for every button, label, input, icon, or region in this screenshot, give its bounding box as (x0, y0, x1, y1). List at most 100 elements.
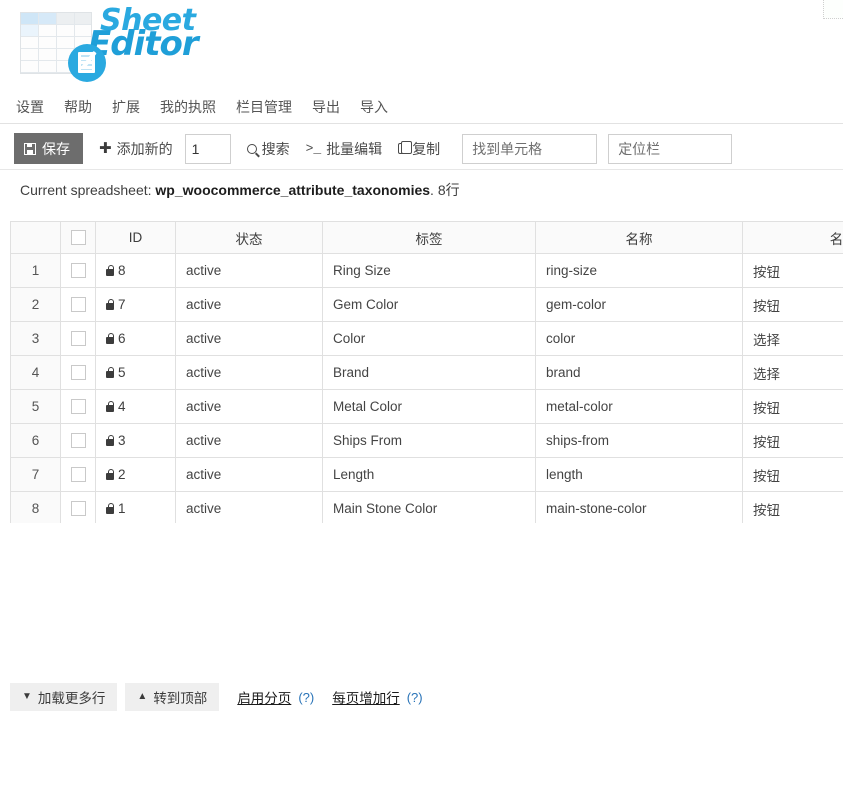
cell-id-value: 7 (118, 297, 126, 312)
cell-label[interactable]: Length (322, 457, 536, 492)
header-id[interactable]: ID (95, 221, 176, 254)
duplicate-button[interactable]: 复制 (398, 139, 440, 159)
cell-id[interactable]: 3 (95, 423, 176, 458)
cell-label[interactable]: Brand (322, 355, 536, 390)
go-to-top-label: 转到顶部 (153, 691, 208, 706)
table-row[interactable]: 1 8 active Ring Size ring-size 按钮 (10, 253, 843, 288)
add-new-button[interactable]: ✚ 添加新的 (99, 139, 173, 159)
cell-label[interactable]: Metal Color (322, 389, 536, 424)
cell-label[interactable]: Color (322, 321, 536, 356)
cell-name[interactable]: length (535, 457, 743, 492)
header-type[interactable]: 名 (742, 221, 843, 254)
cell-id[interactable]: 5 (95, 355, 176, 390)
spreadsheet-table: ID 状态 标签 名称 名 1 8 active Ring Size ring-… (10, 221, 843, 523)
row-select-cell[interactable] (60, 491, 96, 523)
load-more-rows-button[interactable]: ▼ 加载更多行 (10, 683, 118, 711)
cell-type[interactable]: 按钮 (742, 389, 843, 424)
enable-paging-link[interactable]: 启用分页 (237, 687, 291, 707)
cell-status[interactable]: active (175, 423, 323, 458)
menu-item-help[interactable]: 帮助 (64, 95, 92, 119)
cell-status[interactable]: active (175, 491, 323, 523)
menu-item-extensions[interactable]: 扩展 (112, 95, 140, 119)
table-row[interactable]: 2 7 active Gem Color gem-color 按钮 (10, 287, 843, 322)
table-row[interactable]: 7 2 active Length length 按钮 (10, 457, 843, 492)
table-row[interactable]: 8 1 active Main Stone Color main-stone-c… (10, 491, 843, 523)
chevron-up-icon: ▲ (137, 691, 148, 702)
menu-item-column-manager[interactable]: 栏目管理 (236, 95, 292, 119)
cell-id[interactable]: 2 (95, 457, 176, 492)
search-button[interactable]: 搜索 (246, 139, 290, 159)
menu-item-import[interactable]: 导入 (360, 95, 388, 119)
row-checkbox[interactable] (71, 467, 86, 483)
enable-paging-help-icon[interactable]: (?) (298, 690, 314, 705)
cell-id[interactable]: 8 (95, 253, 176, 288)
cell-type[interactable]: 按钮 (742, 287, 843, 322)
app-logo: Sheet Editor (20, 5, 205, 82)
cell-name[interactable]: ships-from (535, 423, 743, 458)
cell-type[interactable]: 按钮 (742, 253, 843, 288)
cell-id[interactable]: 1 (95, 491, 176, 523)
header-status[interactable]: 状态 (175, 221, 323, 254)
row-checkbox[interactable] (71, 501, 86, 517)
cell-status[interactable]: active (175, 389, 323, 424)
cell-name[interactable]: gem-color (535, 287, 743, 322)
header-label[interactable]: 标签 (322, 221, 536, 254)
cell-name[interactable]: main-stone-color (535, 491, 743, 523)
menu-item-settings[interactable]: 设置 (16, 95, 44, 119)
row-select-cell[interactable] (60, 253, 96, 288)
row-select-cell[interactable] (60, 321, 96, 356)
find-cell-input[interactable] (462, 133, 598, 164)
table-row[interactable]: 4 5 active Brand brand 选择 (10, 355, 843, 390)
spreadsheet-table-container[interactable]: ID 状态 标签 名称 名 1 8 active Ring Size ring-… (10, 221, 843, 523)
row-select-cell[interactable] (60, 389, 96, 424)
bulk-edit-button[interactable]: >_ 批量编辑 (306, 139, 383, 159)
cell-label[interactable]: Ships From (322, 423, 536, 458)
row-select-cell[interactable] (60, 457, 96, 492)
cell-label[interactable]: Main Stone Color (322, 491, 536, 523)
save-button[interactable]: 保存 (14, 133, 83, 164)
cell-id[interactable]: 7 (95, 287, 176, 322)
row-checkbox[interactable] (71, 263, 86, 279)
row-checkbox[interactable] (71, 365, 86, 381)
row-select-cell[interactable] (60, 423, 96, 458)
cell-status[interactable]: active (175, 457, 323, 492)
row-select-cell[interactable] (60, 287, 96, 322)
cell-id[interactable]: 6 (95, 321, 176, 356)
cell-type[interactable]: 选择 (742, 355, 843, 390)
cell-status[interactable]: active (175, 355, 323, 390)
menu-item-export[interactable]: 导出 (312, 95, 340, 119)
header-select-all[interactable] (60, 221, 96, 254)
cell-name[interactable]: brand (535, 355, 743, 390)
load-more-rows-label: 加载更多行 (37, 691, 106, 706)
row-checkbox[interactable] (71, 399, 86, 415)
row-select-cell[interactable] (60, 355, 96, 390)
cell-type[interactable]: 选择 (742, 321, 843, 356)
row-checkbox[interactable] (71, 331, 86, 347)
row-number: 6 (10, 423, 61, 458)
cell-label[interactable]: Gem Color (322, 287, 536, 322)
cell-type[interactable]: 按钮 (742, 423, 843, 458)
menu-item-my-license[interactable]: 我的执照 (160, 95, 216, 119)
cell-name[interactable]: ring-size (535, 253, 743, 288)
table-row[interactable]: 6 3 active Ships From ships-from 按钮 (10, 423, 843, 458)
cell-label[interactable]: Ring Size (322, 253, 536, 288)
rows-per-page-link[interactable]: 每页增加行 (332, 687, 400, 707)
cell-name[interactable]: color (535, 321, 743, 356)
row-checkbox[interactable] (71, 297, 86, 313)
cell-status[interactable]: active (175, 321, 323, 356)
table-row[interactable]: 3 6 active Color color 选择 (10, 321, 843, 356)
cell-status[interactable]: active (175, 287, 323, 322)
go-to-top-button[interactable]: ▲ 转到顶部 (125, 683, 220, 711)
goto-column-input[interactable] (608, 133, 733, 164)
cell-type[interactable]: 按钮 (742, 491, 843, 523)
cell-name[interactable]: metal-color (535, 389, 743, 424)
row-checkbox[interactable] (71, 433, 86, 449)
rows-per-page-help-icon[interactable]: (?) (407, 690, 423, 705)
select-all-checkbox[interactable] (71, 230, 86, 246)
cell-type[interactable]: 按钮 (742, 457, 843, 492)
cell-status[interactable]: active (175, 253, 323, 288)
table-row[interactable]: 5 4 active Metal Color metal-color 按钮 (10, 389, 843, 424)
cell-id[interactable]: 4 (95, 389, 176, 424)
add-new-count-input[interactable] (184, 133, 231, 164)
header-name[interactable]: 名称 (535, 221, 743, 254)
